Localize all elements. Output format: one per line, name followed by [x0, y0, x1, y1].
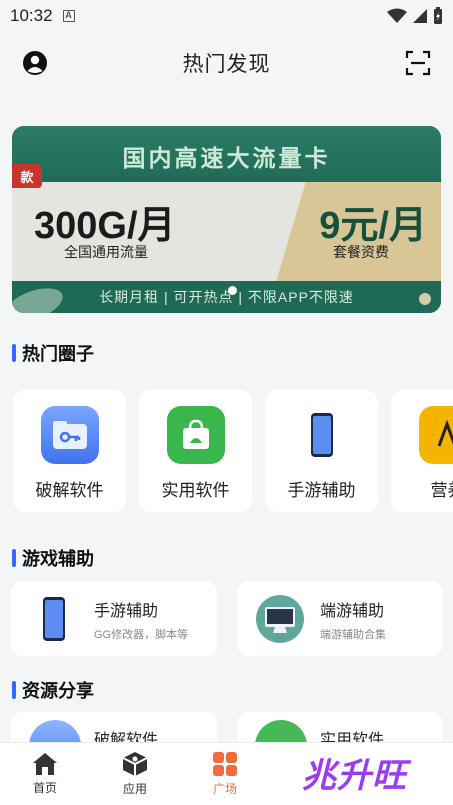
- monitor-icon: [255, 594, 305, 644]
- banner-decoration: [419, 293, 431, 305]
- top-header: 热门发现: [0, 32, 453, 94]
- signal-icon: [413, 9, 427, 23]
- scan-button[interactable]: [401, 46, 435, 80]
- phone-icon: [293, 406, 351, 464]
- circle-label: 破解软件: [35, 481, 104, 500]
- game-card-mobile[interactable]: 手游辅助 GG修改器，脚本等: [11, 581, 217, 656]
- banner-tag: 款: [12, 164, 42, 188]
- banner-price-left: 300G/月: [34, 205, 176, 247]
- circle-label: 营养: [430, 481, 453, 500]
- book-icon: [418, 406, 453, 464]
- banner-price-right: 9元/月: [319, 205, 427, 247]
- status-bar: 10:32 A: [0, 0, 453, 32]
- status-notification-icon: A: [62, 10, 75, 22]
- section-title-game-assist: 游戏辅助: [12, 545, 94, 571]
- shopping-bag-icon: [166, 406, 225, 464]
- user-avatar-icon: [23, 51, 47, 75]
- profile-button[interactable]: [18, 46, 52, 80]
- watermark-logo: 兆升旺: [302, 757, 407, 795]
- wifi-icon: [387, 8, 407, 23]
- banner-sub-left: 全国通用流量: [64, 244, 148, 260]
- banner-footer: 长期月租 | 可开热点 | 不限APP不限速: [12, 281, 441, 313]
- status-time: 10:32: [10, 6, 53, 25]
- game-card-subtitle: 端游辅助合集: [320, 629, 386, 641]
- banner-headline: 国内高速大流量卡: [122, 145, 331, 171]
- scan-icon: [405, 50, 431, 76]
- game-card-title: 端游辅助: [320, 603, 385, 620]
- nav-item-square[interactable]: 广场: [180, 743, 270, 805]
- game-card-subtitle: GG修改器，脚本等: [94, 629, 189, 641]
- circles-row[interactable]: 破解软件 实用软件 手游辅助 营养: [13, 390, 453, 512]
- box-icon: [122, 752, 148, 776]
- carousel-indicator[interactable]: [228, 286, 237, 295]
- game-card-pc[interactable]: 端游辅助 端游辅助合集: [237, 581, 443, 656]
- circle-label: 手游辅助: [287, 481, 356, 500]
- nav-item-apps[interactable]: 应用: [90, 743, 180, 805]
- section-title-resource-share: 资源分享: [12, 677, 94, 703]
- circle-card[interactable]: 实用软件: [139, 390, 252, 512]
- banner-sub-right: 套餐资费: [333, 244, 389, 260]
- folder-key-icon: [40, 406, 99, 464]
- circle-card[interactable]: 营养: [391, 390, 453, 512]
- circle-label: 实用软件: [161, 481, 230, 500]
- section-title-hot-circles: 热门圈子: [12, 340, 94, 366]
- nav-item-home[interactable]: 首页: [0, 743, 90, 805]
- promo-banner[interactable]: 国内高速大流量卡 款 300G/月 全国通用流量 9元/月 套餐资费 长期月租 …: [12, 126, 441, 313]
- grid-icon: [213, 752, 237, 776]
- game-card-title: 手游辅助: [94, 603, 159, 620]
- phone-icon: [29, 594, 79, 644]
- circle-card[interactable]: 手游辅助: [265, 390, 378, 512]
- page-title: 热门发现: [182, 53, 271, 76]
- circle-card[interactable]: 破解软件: [13, 390, 126, 512]
- home-icon: [33, 753, 57, 775]
- battery-icon: [434, 7, 442, 24]
